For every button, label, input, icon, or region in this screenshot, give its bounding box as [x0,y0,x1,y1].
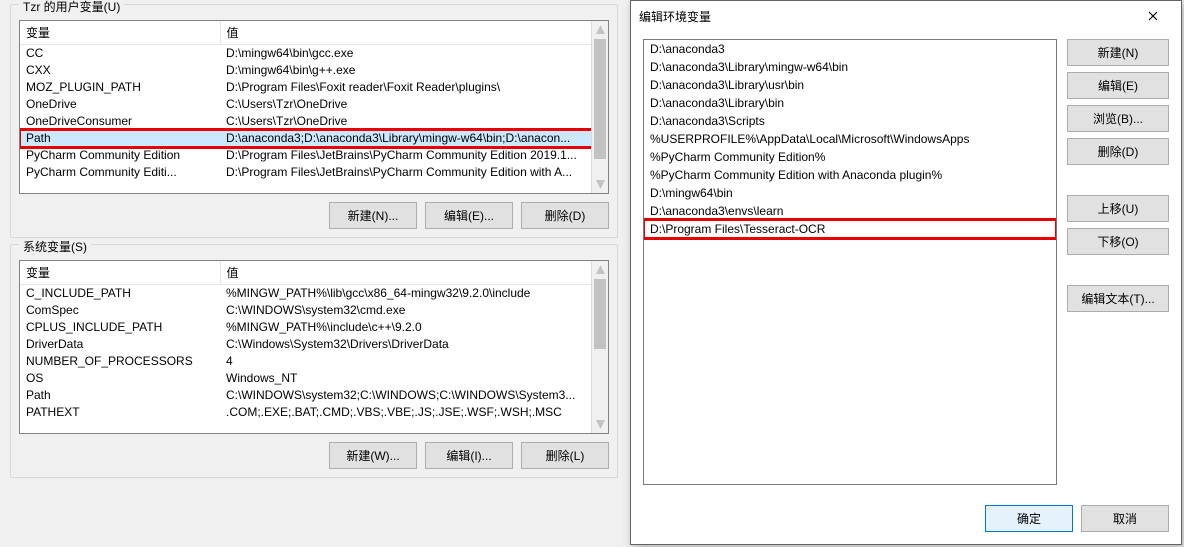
edit-env-var-dialog: 编辑环境变量 D:\anaconda3D:\anaconda3\Library\… [630,0,1182,545]
table-row[interactable]: DriverDataC:\Windows\System32\Drivers\Dr… [20,336,608,353]
delete-sys-var-button[interactable]: 删除(L) [521,442,609,469]
dialog-title: 编辑环境变量 [639,8,1133,25]
delete-entry-button[interactable]: 删除(D) [1067,138,1169,165]
new-user-var-button[interactable]: 新建(N)... [329,202,417,229]
list-item[interactable]: %PyCharm Community Edition% [644,148,1056,166]
titlebar[interactable]: 编辑环境变量 [631,1,1181,31]
list-item[interactable]: D:\Program Files\Tesseract-OCR [644,220,1056,238]
scrollbar[interactable] [591,261,608,433]
env-vars-panel: Tzr 的用户变量(U) 变量 值 CCD:\mingw64\bin\gcc.e… [0,0,628,547]
list-item[interactable]: D:\anaconda3\Scripts [644,112,1056,130]
list-item[interactable]: %PyCharm Community Edition with Anaconda… [644,166,1056,184]
new-entry-button[interactable]: 新建(N) [1067,39,1169,66]
path-list[interactable]: D:\anaconda3D:\anaconda3\Library\mingw-w… [643,39,1057,485]
system-vars-table[interactable]: 变量 值 C_INCLUDE_PATH%MINGW_PATH%\lib\gcc\… [19,260,609,434]
side-buttons: 新建(N) 编辑(E) 浏览(B)... 删除(D) 上移(U) 下移(O) 编… [1067,39,1169,485]
table-row[interactable]: PyCharm Community Editi...D:\Program Fil… [20,164,608,181]
list-item[interactable]: D:\mingw64\bin [644,184,1056,202]
system-vars-group: 系统变量(S) 变量 值 C_INCLUDE_PATH%MINGW_PATH%\… [10,244,618,478]
table-row[interactable]: PyCharm Community EditionD:\Program File… [20,147,608,164]
table-row[interactable]: C_INCLUDE_PATH%MINGW_PATH%\lib\gcc\x86_6… [20,285,608,303]
list-item[interactable]: D:\anaconda3 [644,40,1056,58]
table-row[interactable]: OSWindows_NT [20,370,608,387]
edit-text-button[interactable]: 编辑文本(T)... [1067,285,1169,312]
table-row[interactable]: MOZ_PLUGIN_PATHD:\Program Files\Foxit re… [20,79,608,96]
system-vars-title: 系统变量(S) [19,238,91,255]
user-vars-table[interactable]: 变量 值 CCD:\mingw64\bin\gcc.exeCXXD:\mingw… [19,20,609,194]
delete-user-var-button[interactable]: 删除(D) [521,202,609,229]
table-row[interactable]: CPLUS_INCLUDE_PATH%MINGW_PATH%\include\c… [20,319,608,336]
table-row[interactable]: ComSpecC:\WINDOWS\system32\cmd.exe [20,302,608,319]
edit-entry-button[interactable]: 编辑(E) [1067,72,1169,99]
cancel-button[interactable]: 取消 [1081,505,1169,532]
edit-sys-var-button[interactable]: 编辑(I)... [425,442,513,469]
col-var[interactable]: 变量 [20,261,220,285]
list-item[interactable]: D:\anaconda3\envs\learn [644,202,1056,220]
table-row[interactable]: OneDriveC:\Users\Tzr\OneDrive [20,96,608,113]
user-vars-title: Tzr 的用户变量(U) [19,0,124,15]
col-val[interactable]: 值 [220,261,608,285]
user-vars-group: Tzr 的用户变量(U) 变量 值 CCD:\mingw64\bin\gcc.e… [10,4,618,238]
table-row[interactable]: CXXD:\mingw64\bin\g++.exe [20,62,608,79]
browse-button[interactable]: 浏览(B)... [1067,105,1169,132]
table-row[interactable]: CCD:\mingw64\bin\gcc.exe [20,45,608,63]
col-var[interactable]: 变量 [20,21,220,45]
table-row[interactable]: PathD:\anaconda3;D:\anaconda3\Library\mi… [20,130,608,147]
list-item[interactable]: D:\anaconda3\Library\bin [644,94,1056,112]
list-item[interactable]: D:\anaconda3\Library\usr\bin [644,76,1056,94]
close-icon[interactable] [1133,1,1173,31]
ok-button[interactable]: 确定 [985,505,1073,532]
scrollbar[interactable] [591,21,608,193]
table-row[interactable]: OneDriveConsumerC:\Users\Tzr\OneDrive [20,113,608,130]
list-item[interactable]: D:\anaconda3\Library\mingw-w64\bin [644,58,1056,76]
move-down-button[interactable]: 下移(O) [1067,228,1169,255]
table-row[interactable]: PATHEXT.COM;.EXE;.BAT;.CMD;.VBS;.VBE;.JS… [20,404,608,421]
col-val[interactable]: 值 [220,21,608,45]
table-row[interactable]: PathC:\WINDOWS\system32;C:\WINDOWS;C:\WI… [20,387,608,404]
move-up-button[interactable]: 上移(U) [1067,195,1169,222]
new-sys-var-button[interactable]: 新建(W)... [329,442,417,469]
edit-user-var-button[interactable]: 编辑(E)... [425,202,513,229]
table-row[interactable]: NUMBER_OF_PROCESSORS4 [20,353,608,370]
list-item[interactable]: %USERPROFILE%\AppData\Local\Microsoft\Wi… [644,130,1056,148]
